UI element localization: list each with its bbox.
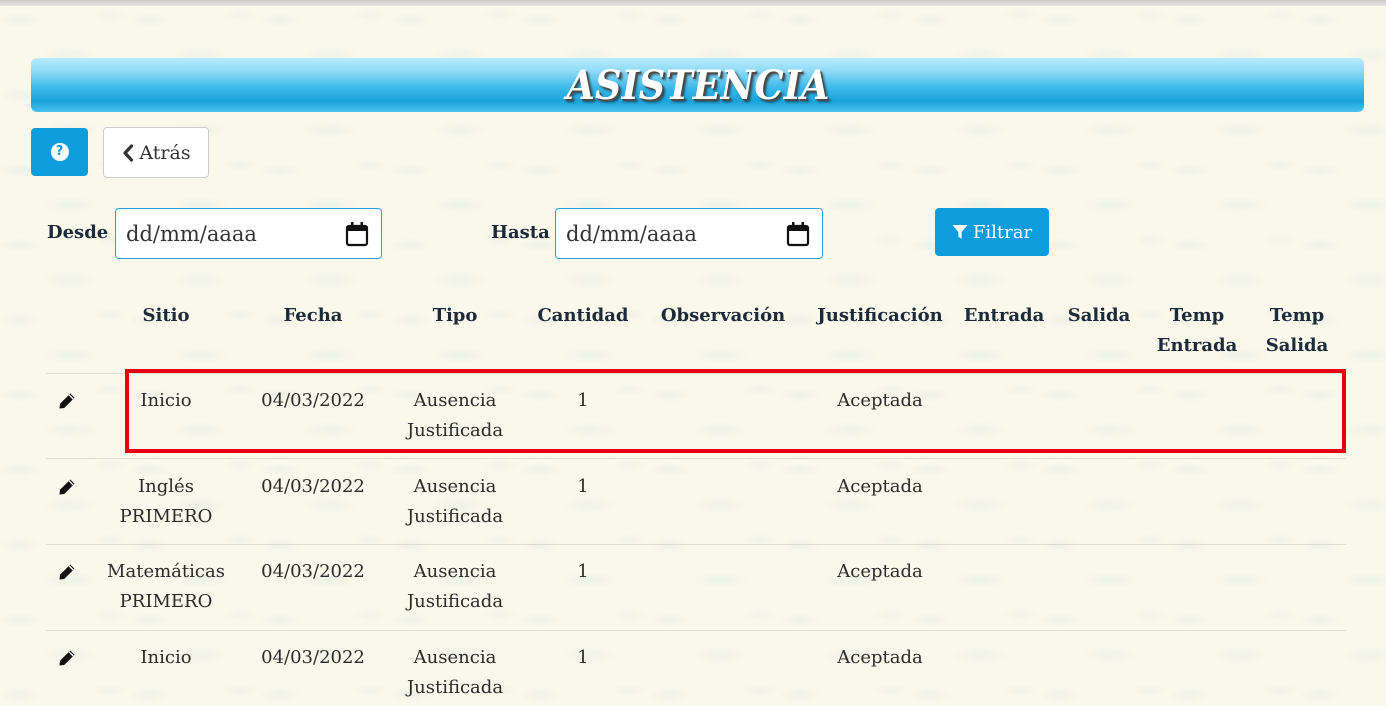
cell-fecha: 04/03/2022 [261, 647, 365, 668]
top-border-strip [0, 0, 1386, 6]
help-button[interactable]: ? [31, 128, 88, 176]
cell-cantidad: 1 [577, 476, 589, 497]
column-header-entrada: Entrada [963, 305, 1045, 326]
cell-sitio: Inglés PRIMERO [119, 476, 213, 527]
pencil-icon[interactable] [58, 649, 76, 667]
cell-tipo: Ausencia Justificada [406, 561, 504, 612]
row-divider [46, 458, 1346, 459]
cell-sitio: Matemáticas PRIMERO [107, 561, 225, 612]
chevron-left-icon [123, 143, 134, 162]
cell-fecha: 04/03/2022 [261, 390, 365, 411]
cell-justificacion: Aceptada [837, 647, 923, 668]
page-title: ASISTENCIA [565, 61, 830, 109]
question-circle-icon: ? [50, 143, 69, 161]
back-button[interactable]: Atrás [103, 127, 209, 178]
column-header-justificacion: Justificación [817, 305, 943, 326]
row-divider [46, 544, 1346, 545]
cell-tipo: Ausencia Justificada [406, 476, 504, 527]
cell-cantidad: 1 [577, 647, 589, 668]
pencil-icon[interactable] [58, 478, 76, 496]
column-header-fecha: Fecha [283, 305, 343, 326]
to-date-input[interactable]: dd/mm/aaaa [555, 208, 823, 259]
cell-sitio: Inicio [140, 390, 192, 411]
to-date-label: Hasta [491, 222, 550, 243]
from-date-value: dd/mm/aaaa [126, 221, 257, 246]
column-header-tipo: Tipo [432, 305, 478, 326]
back-button-label: Atrás [139, 141, 191, 164]
cell-cantidad: 1 [577, 390, 589, 411]
column-header-sitio: Sitio [142, 305, 190, 326]
cell-cantidad: 1 [577, 561, 589, 582]
pencil-icon[interactable] [58, 563, 76, 581]
column-header-cantidad: Cantidad [537, 305, 629, 326]
calendar-icon[interactable] [786, 221, 810, 247]
cell-justificacion: Aceptada [837, 476, 923, 497]
page-header-bar: ASISTENCIA [31, 58, 1364, 112]
cell-fecha: 04/03/2022 [261, 476, 365, 497]
cell-sitio: Inicio [140, 647, 192, 668]
calendar-icon[interactable] [345, 221, 369, 247]
filter-icon [952, 225, 968, 239]
cell-tipo: Ausencia Justificada [406, 390, 504, 441]
cell-justificacion: Aceptada [837, 561, 923, 582]
to-date-value: dd/mm/aaaa [566, 221, 697, 246]
from-date-input[interactable]: dd/mm/aaaa [115, 208, 382, 259]
row-divider [46, 630, 1346, 631]
row-divider [46, 373, 1346, 374]
column-header-observacion: Observación [660, 305, 786, 326]
filter-button-label: Filtrar [972, 221, 1033, 243]
cell-tipo: Ausencia Justificada [406, 647, 504, 698]
from-date-label: Desde [47, 222, 109, 243]
cell-fecha: 04/03/2022 [261, 561, 365, 582]
filter-button[interactable]: Filtrar [935, 208, 1049, 256]
pencil-icon[interactable] [58, 392, 76, 410]
column-header-temp-entrada: Temp Entrada [1156, 305, 1238, 356]
column-header-temp-salida: Temp Salida [1265, 305, 1329, 356]
cell-justificacion: Aceptada [837, 390, 923, 411]
column-header-salida: Salida [1067, 305, 1131, 326]
